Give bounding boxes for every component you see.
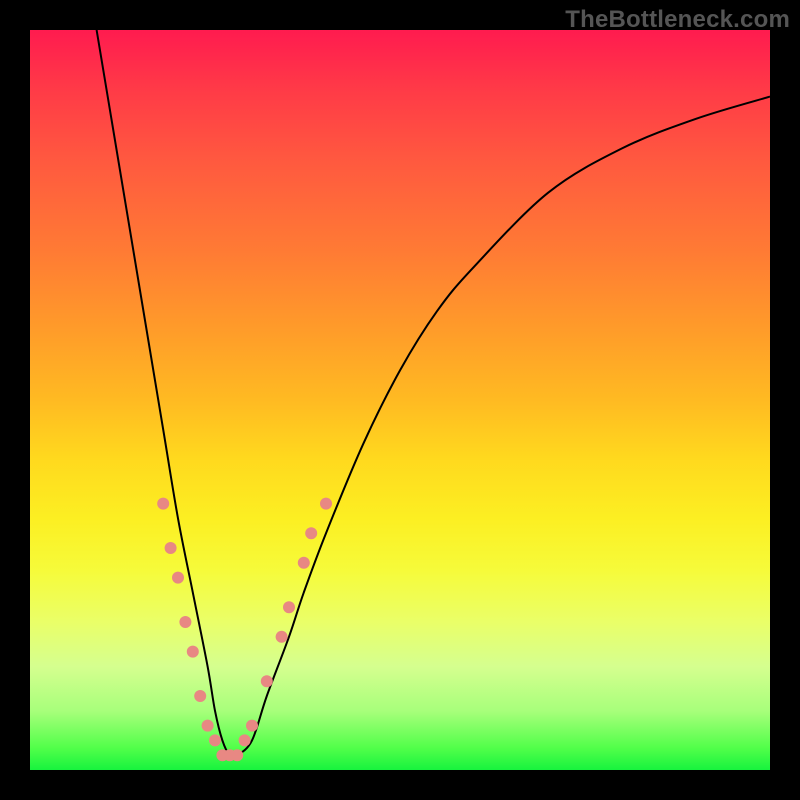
watermark-label: TheBottleneck.com — [565, 6, 790, 34]
curve-marker — [239, 734, 251, 746]
curve-marker — [320, 498, 332, 510]
curve-marker — [305, 527, 317, 539]
curve-marker — [283, 601, 295, 613]
curve-marker — [179, 616, 191, 628]
curve-layer — [97, 30, 770, 757]
curve-marker — [261, 675, 273, 687]
markers-layer — [157, 498, 332, 762]
curve-marker — [246, 720, 258, 732]
curve-marker — [194, 690, 206, 702]
chart-svg — [30, 30, 770, 770]
curve-marker — [157, 498, 169, 510]
curve-marker — [172, 572, 184, 584]
chart-frame: TheBottleneck.com — [0, 0, 800, 800]
plot-area — [30, 30, 770, 770]
curve-marker — [202, 720, 214, 732]
curve-marker — [298, 557, 310, 569]
curve-marker — [276, 631, 288, 643]
curve-marker — [165, 542, 177, 554]
curve-marker — [231, 749, 243, 761]
curve-marker — [209, 734, 221, 746]
curve-marker — [187, 646, 199, 658]
bottleneck-curve — [97, 30, 770, 757]
